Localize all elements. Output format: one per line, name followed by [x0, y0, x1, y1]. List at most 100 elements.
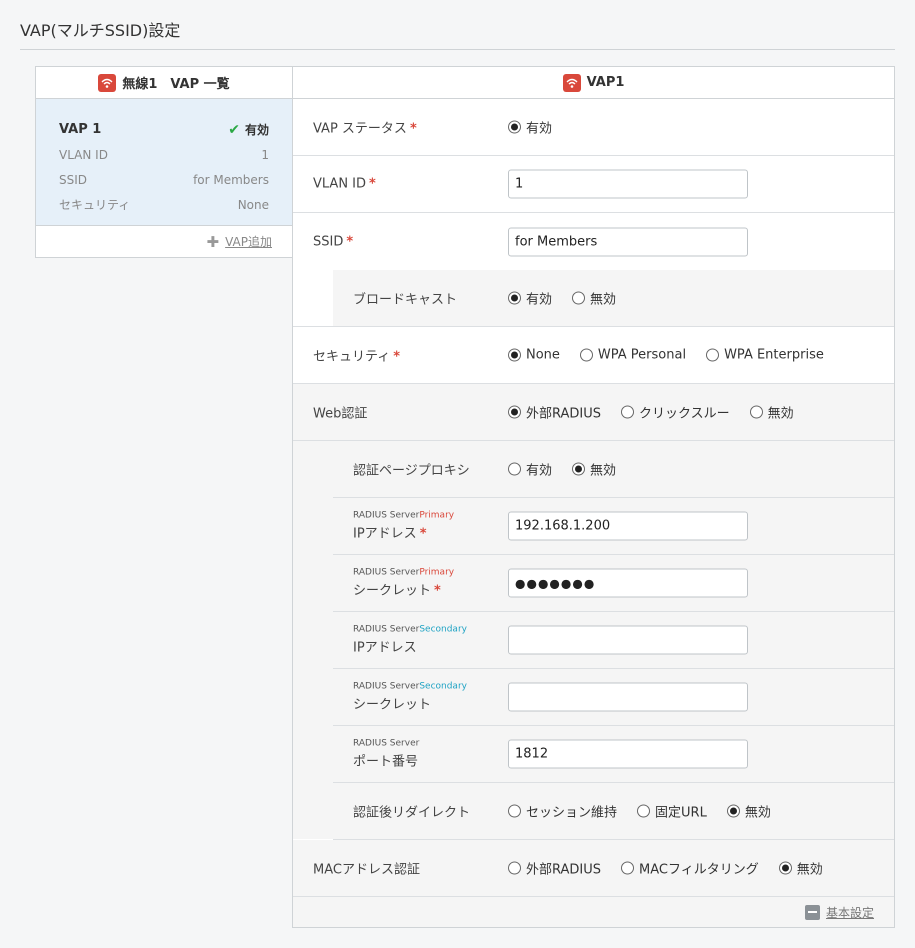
- web-auth-label: Web認証: [313, 406, 368, 422]
- radio-mac-auth-disabled[interactable]: 無効: [778, 859, 823, 878]
- radio-dot: [726, 804, 740, 818]
- radius-big-label: IPアドレス: [353, 640, 417, 656]
- plus-icon: ✚: [206, 232, 220, 251]
- vap-card-status: ✔ 有効: [228, 121, 269, 138]
- add-vap-row: ✚ VAP追加: [36, 226, 292, 257]
- radio-security-none[interactable]: None: [508, 348, 560, 363]
- required-mark: *: [369, 176, 376, 192]
- auth-proxy-row: 認証ページプロキシ 有効 無効: [333, 441, 894, 498]
- vlan-id-label: VLAN ID *: [313, 177, 376, 192]
- radius-secondary-ip-controls: [508, 625, 748, 655]
- form-footer: 基本設定: [293, 897, 894, 927]
- radius-server-text: RADIUS Server: [353, 510, 420, 521]
- radio-label: 外部RADIUS: [526, 862, 602, 878]
- radius-secondary-ip-input[interactable]: [508, 625, 748, 655]
- radio-web-auth-disabled[interactable]: 無効: [749, 403, 794, 422]
- radius-secondary-ip-row: RADIUS ServerSecondary IPアドレス: [333, 612, 894, 669]
- radio-security-wpa-enterprise[interactable]: WPA Enterprise: [706, 348, 824, 363]
- radio-redirect-disabled[interactable]: 無効: [726, 802, 771, 821]
- radio-web-auth-clickthrough[interactable]: クリックスルー: [621, 403, 730, 422]
- secondary-tag: Secondary: [419, 681, 467, 692]
- vlan-id-row: VLAN ID *: [293, 156, 894, 213]
- vap-card-value: for Members: [193, 172, 269, 187]
- radio-label: 無効: [767, 406, 794, 422]
- check-icon: ✔: [228, 121, 240, 138]
- radio-dot: [508, 291, 521, 305]
- radio-auth-proxy-enabled[interactable]: 有効: [508, 460, 552, 479]
- radio-auth-proxy-disabled[interactable]: 無効: [572, 460, 616, 479]
- radio-mac-auth-radius[interactable]: 外部RADIUS: [508, 859, 601, 878]
- radius-primary-ip-controls: [508, 511, 748, 541]
- vap-settings-panel: VAP1 VAP ステータス* 有効 VLAN ID* SSID* ブロードキャ…: [292, 66, 895, 928]
- radio-label: 外部RADIUS: [526, 406, 602, 422]
- radio-dot: [508, 405, 521, 419]
- radius-port-input[interactable]: [508, 739, 748, 769]
- radius-primary-ip-row: RADIUS ServerPrimary IPアドレス *: [333, 498, 894, 555]
- radio-dot: [572, 291, 586, 305]
- vap-card[interactable]: VAP 1 ✔ 有効 VLAN ID 1 SSID for Members セキ…: [36, 99, 292, 226]
- radius-port-row: RADIUS Server ポート番号: [333, 726, 894, 783]
- radius-secondary-secret-label: RADIUS ServerSecondary シークレット: [353, 682, 467, 713]
- radius-small-label: RADIUS ServerSecondary: [353, 682, 467, 692]
- vlan-id-label-text: VLAN ID: [313, 176, 367, 192]
- radio-redirect-session[interactable]: セッション維持: [508, 802, 617, 821]
- ssid-label-text: SSID: [313, 234, 344, 249]
- primary-tag: Primary: [419, 510, 455, 521]
- required-mark: *: [346, 234, 354, 249]
- radius-primary-ip-input[interactable]: [508, 511, 748, 541]
- radio-security-wpa-personal[interactable]: WPA Personal: [579, 347, 687, 363]
- mac-auth-label: MACアドレス認証: [313, 862, 420, 878]
- radius-secondary-secret-row: RADIUS ServerSecondary シークレット: [333, 669, 894, 726]
- radio-dot: [508, 348, 521, 362]
- radio-broadcast-enabled[interactable]: 有効: [508, 289, 552, 308]
- vap-card-label: VLAN ID: [59, 147, 108, 162]
- redirect-row: 認証後リダイレクト セッション維持 固定URL 無効: [333, 783, 894, 840]
- ip-address-text: IPアドレス: [353, 526, 417, 542]
- redirect-controls: セッション維持 固定URL 無効: [508, 802, 791, 821]
- broadcast-label: ブロードキャスト: [353, 292, 458, 308]
- ssid-input[interactable]: [508, 227, 748, 256]
- add-vap-link[interactable]: VAP追加: [225, 233, 272, 250]
- radius-port-label: RADIUS Server ポート番号: [353, 739, 419, 770]
- radio-dot: [637, 804, 651, 818]
- vap-card-status-text: 有効: [244, 123, 269, 137]
- vap-settings-header: VAP1: [293, 67, 894, 99]
- radio-broadcast-disabled[interactable]: 無効: [572, 289, 616, 308]
- radio-label: 有効: [526, 121, 553, 137]
- radius-primary-secret-input[interactable]: [508, 568, 748, 598]
- vap-card-name: VAP 1: [59, 122, 102, 137]
- broadcast-indent: [293, 270, 333, 327]
- vap-settings-title: VAP1: [586, 75, 625, 90]
- radius-secondary-secret-input[interactable]: [508, 682, 748, 712]
- radio-label: 無効: [744, 805, 771, 821]
- auth-proxy-label: 認証ページプロキシ: [353, 463, 470, 479]
- radius-primary-secret-label: RADIUS ServerPrimary シークレット *: [353, 568, 454, 599]
- radius-secondary-secret-controls: [508, 682, 748, 712]
- primary-tag: Primary: [419, 567, 455, 578]
- radio-label: クリックスルー: [639, 406, 730, 422]
- radio-web-auth-radius[interactable]: 外部RADIUS: [508, 403, 601, 422]
- vap-card-label: セキュリティ: [59, 198, 131, 212]
- radio-label: 無効: [796, 862, 823, 878]
- vlan-id-input[interactable]: [508, 169, 748, 199]
- wifi-icon: [98, 73, 117, 92]
- required-mark: *: [434, 583, 441, 599]
- security-label: セキュリティ *: [313, 346, 400, 365]
- vap-card-row: SSID for Members: [59, 167, 269, 192]
- vap-card-row: セキュリティ None: [59, 192, 269, 217]
- basic-settings-link[interactable]: 基本設定: [826, 904, 874, 921]
- radius-server-text: RADIUS Server: [353, 624, 420, 635]
- vap-status-label-text: VAP ステータス: [313, 121, 407, 137]
- radius-server-text: RADIUS Server: [353, 681, 420, 692]
- vap-status-label: VAP ステータス *: [313, 118, 417, 137]
- radio-label: MACフィルタリング: [639, 862, 759, 878]
- radius-secondary-ip-label: RADIUS ServerSecondary IPアドレス: [353, 625, 467, 656]
- radio-mac-auth-filtering[interactable]: MACフィルタリング: [621, 859, 759, 878]
- web-auth-controls: 外部RADIUS クリックスルー 無効: [508, 403, 814, 422]
- radio-vap-status-enabled[interactable]: 有効: [508, 118, 552, 137]
- auth-proxy-controls: 有効 無効: [508, 460, 636, 479]
- radio-dot: [508, 861, 521, 875]
- radio-redirect-fixed-url[interactable]: 固定URL: [637, 802, 707, 821]
- web-auth-row: Web認証 外部RADIUS クリックスルー 無効: [293, 384, 894, 441]
- radio-label: WPA Personal: [597, 347, 687, 363]
